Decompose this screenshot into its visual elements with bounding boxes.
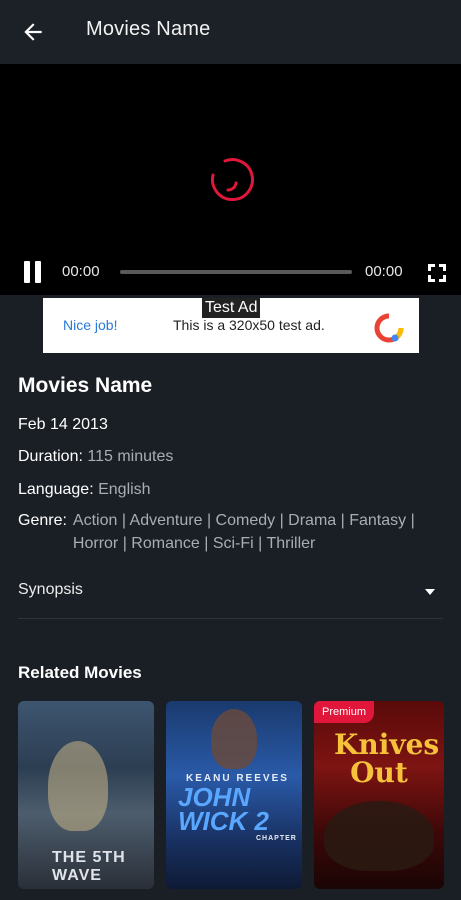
test-ad-badge: Test Ad bbox=[202, 298, 261, 318]
poster-artwork bbox=[48, 741, 108, 831]
ad-nice-job-text: Nice job! bbox=[63, 317, 118, 333]
poster-title: THE 5TH WAVE bbox=[52, 849, 126, 884]
ad-description: This is a 320x50 test ad. bbox=[173, 317, 325, 333]
language-value: English bbox=[98, 481, 151, 498]
back-arrow-icon[interactable] bbox=[20, 19, 46, 45]
poster-title: JOHN WICK 2 bbox=[178, 782, 269, 836]
genre-value: Action | Adventure | Comedy | Drama | Fa… bbox=[72, 512, 415, 552]
related-movie-card[interactable]: KEANU REEVES JOHN WICK 2 CHAPTER bbox=[166, 701, 302, 889]
poster-artwork bbox=[211, 709, 257, 769]
pause-icon bbox=[24, 261, 30, 283]
current-time: 00:00 bbox=[62, 263, 100, 280]
divider bbox=[18, 618, 443, 619]
synopsis-dropdown[interactable]: Synopsis bbox=[18, 573, 443, 617]
seek-bar[interactable] bbox=[120, 270, 352, 274]
related-movie-card[interactable]: THE 5TH WAVE bbox=[18, 701, 154, 889]
fullscreen-icon[interactable] bbox=[425, 261, 449, 285]
premium-badge: Premium bbox=[314, 701, 375, 723]
app-bar: Movies Name bbox=[0, 0, 461, 64]
poster-artwork bbox=[324, 801, 434, 871]
video-player[interactable]: 00:00 00:00 bbox=[0, 64, 461, 295]
pause-button[interactable] bbox=[22, 261, 44, 285]
duration-value: 115 minutes bbox=[87, 448, 174, 465]
ad-banner[interactable]: Test Ad Nice job! This is a 320x50 test … bbox=[43, 298, 419, 353]
duration-row: Duration: 115 minutes bbox=[18, 448, 173, 466]
related-movies-heading: Related Movies bbox=[18, 663, 142, 682]
chevron-down-icon bbox=[425, 589, 435, 595]
genre-row: Genre: Action | Adventure | Comedy | Dra… bbox=[18, 512, 443, 555]
poster-subtitle: CHAPTER bbox=[256, 835, 297, 842]
poster-title: Knives Out bbox=[334, 728, 440, 789]
loading-spinner-icon bbox=[210, 158, 254, 202]
synopsis-label: Synopsis bbox=[18, 581, 83, 598]
page-title: Movies Name bbox=[86, 18, 211, 40]
total-duration: 00:00 bbox=[365, 263, 403, 280]
genre-label: Genre: bbox=[18, 512, 67, 529]
language-label: Language: bbox=[18, 481, 94, 498]
release-date: Feb 14 2013 bbox=[18, 416, 108, 433]
language-row: Language: English bbox=[18, 481, 151, 499]
duration-label: Duration: bbox=[18, 448, 83, 465]
related-movie-card[interactable]: Premium Knives Out bbox=[314, 701, 444, 889]
ad-logo-icon bbox=[374, 313, 404, 343]
movie-title: Movies Name bbox=[18, 374, 153, 397]
pause-icon-bar bbox=[35, 261, 41, 283]
